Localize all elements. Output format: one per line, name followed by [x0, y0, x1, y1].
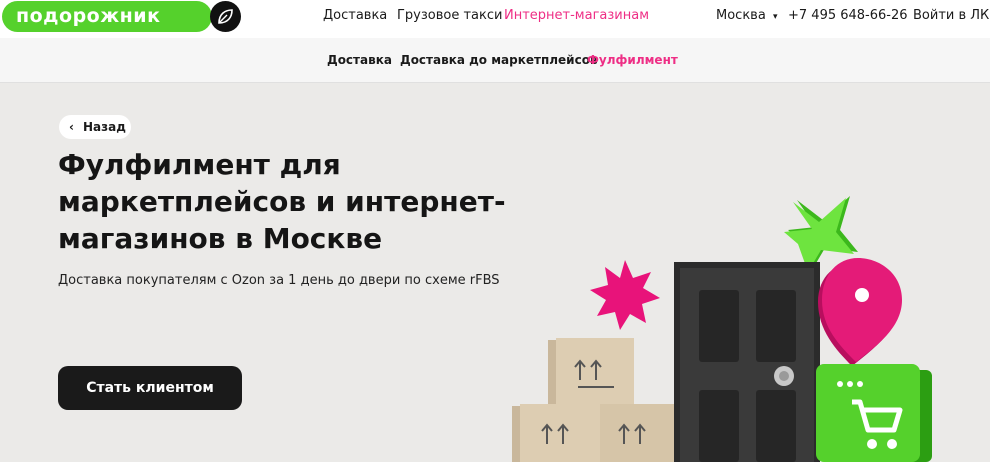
back-button[interactable]: ‹ Назад [59, 115, 131, 139]
hero-illustration [512, 196, 932, 462]
pink-star-icon [590, 260, 660, 330]
nav-delivery[interactable]: Доставка [323, 8, 387, 23]
city-label: Москва [716, 8, 766, 23]
login-link[interactable]: Войти в ЛК [913, 8, 989, 23]
subnav-delivery[interactable]: Доставка [327, 53, 392, 67]
logo[interactable]: подорожник [2, 1, 212, 32]
page-subtitle: Доставка покупателям с Ozon за 1 день до… [58, 273, 500, 288]
door-illustration [674, 262, 820, 462]
chevron-left-icon: ‹ [69, 120, 74, 134]
back-label: Назад [83, 120, 126, 134]
logo-text: подорожник [16, 5, 161, 27]
become-client-button[interactable]: Стать клиентом [58, 366, 242, 410]
shopping-cart-icon [816, 364, 932, 462]
location-pin-icon [818, 258, 902, 366]
sub-nav-bar: Доставка Доставка до маркетплейсов Фулфи… [0, 38, 990, 83]
subnav-marketplace-delivery[interactable]: Доставка до маркетплейсов [400, 53, 598, 67]
cardboard-boxes [512, 338, 674, 462]
phone-link[interactable]: +7 495 648-66-26 [788, 8, 908, 23]
page-title: Фулфилмент для маркетплейсов и интернет-… [58, 148, 506, 255]
nav-cargo-taxi[interactable]: Грузовое такси [397, 8, 502, 23]
top-bar: подорожник Доставка Грузовое такси Интер… [0, 0, 990, 38]
chevron-down-icon: ▾ [772, 12, 778, 22]
subnav-fulfillment[interactable]: Фулфилмент [587, 53, 678, 67]
city-selector[interactable]: Москва ▾ [716, 8, 777, 23]
leaf-icon [210, 1, 241, 32]
nav-online-stores[interactable]: Интернет-магазинам [504, 8, 649, 23]
